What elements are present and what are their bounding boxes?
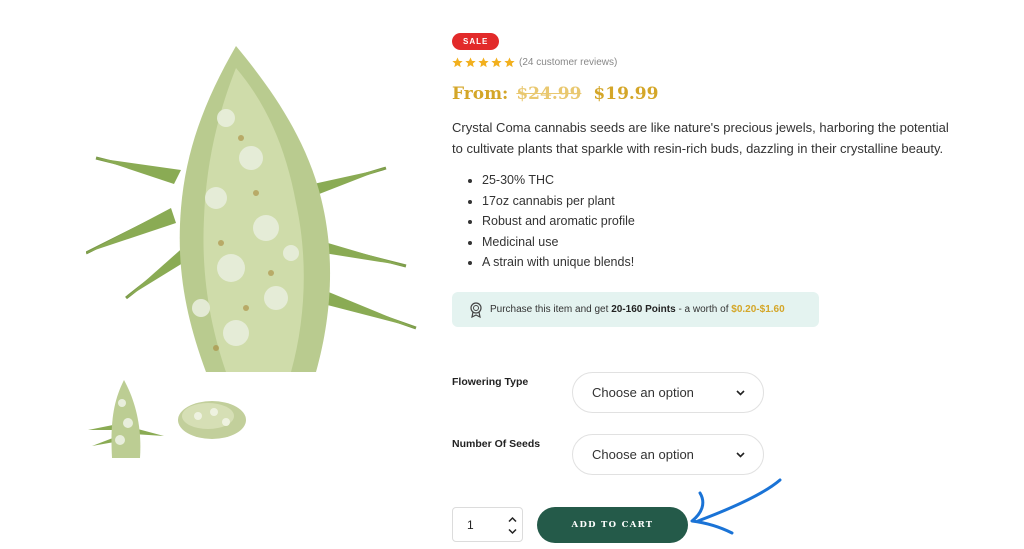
star-icon	[452, 57, 463, 68]
flowering-type-value: Choose an option	[592, 385, 694, 400]
feature-item: Medicinal use	[482, 232, 635, 253]
points-value-low: $0.20	[731, 304, 757, 315]
quantity-stepper[interactable]: 1	[452, 507, 523, 542]
product-main-image[interactable]	[85, 38, 420, 372]
star-icon	[478, 57, 489, 68]
product-rating: (24 customer reviews)	[452, 57, 617, 68]
product-description: Crystal Coma cannabis seeds are like nat…	[452, 120, 949, 156]
rating-stars	[452, 57, 515, 68]
feature-item: A strain with unique blends!	[482, 252, 635, 273]
price: From: $24.99 $19.99	[452, 84, 658, 104]
feature-item: 25-30% THC	[482, 170, 635, 191]
gallery-thumbnail-plant[interactable]	[86, 378, 166, 458]
chevron-up-icon[interactable]	[508, 516, 517, 523]
points-mid-text: - a worth of	[678, 304, 729, 315]
star-icon	[465, 57, 476, 68]
feature-item: 17oz cannabis per plant	[482, 191, 635, 212]
add-to-cart-button[interactable]: ADD TO CART	[537, 507, 688, 543]
star-icon	[504, 57, 515, 68]
quantity-input[interactable]: 1	[467, 518, 474, 532]
chevron-down-icon[interactable]	[508, 528, 517, 535]
points-amount: 20-160 Points	[611, 304, 676, 315]
price-prefix: From:	[452, 84, 509, 104]
points-banner: Purchase this item and get 20-160 Points…	[452, 292, 819, 327]
price-original: $24.99	[516, 84, 582, 104]
annotation-arrow-icon	[690, 478, 782, 535]
points-value-high: $1.60	[759, 304, 785, 315]
points-lead-text: Purchase this item and get	[490, 304, 609, 315]
sale-badge: SALE	[452, 33, 500, 50]
flowering-type-select[interactable]: Choose an option	[572, 372, 764, 413]
price-sale: $19.99	[593, 84, 659, 104]
flowering-type-label: Flowering Type	[452, 376, 529, 388]
customer-reviews-link[interactable]: (24 customer reviews)	[519, 57, 617, 68]
medal-icon	[470, 301, 482, 318]
feature-item: Robust and aromatic profile	[482, 211, 635, 232]
number-of-seeds-value: Choose an option	[592, 447, 694, 462]
gallery-thumbnail-bud[interactable]	[172, 378, 252, 458]
chevron-down-icon	[736, 390, 745, 396]
feature-list: 25-30% THC 17oz cannabis per plant Robus…	[482, 170, 635, 273]
chevron-down-icon	[736, 452, 745, 458]
number-of-seeds-select[interactable]: Choose an option	[572, 434, 764, 475]
star-icon	[491, 57, 502, 68]
number-of-seeds-label: Number Of Seeds	[452, 438, 541, 450]
